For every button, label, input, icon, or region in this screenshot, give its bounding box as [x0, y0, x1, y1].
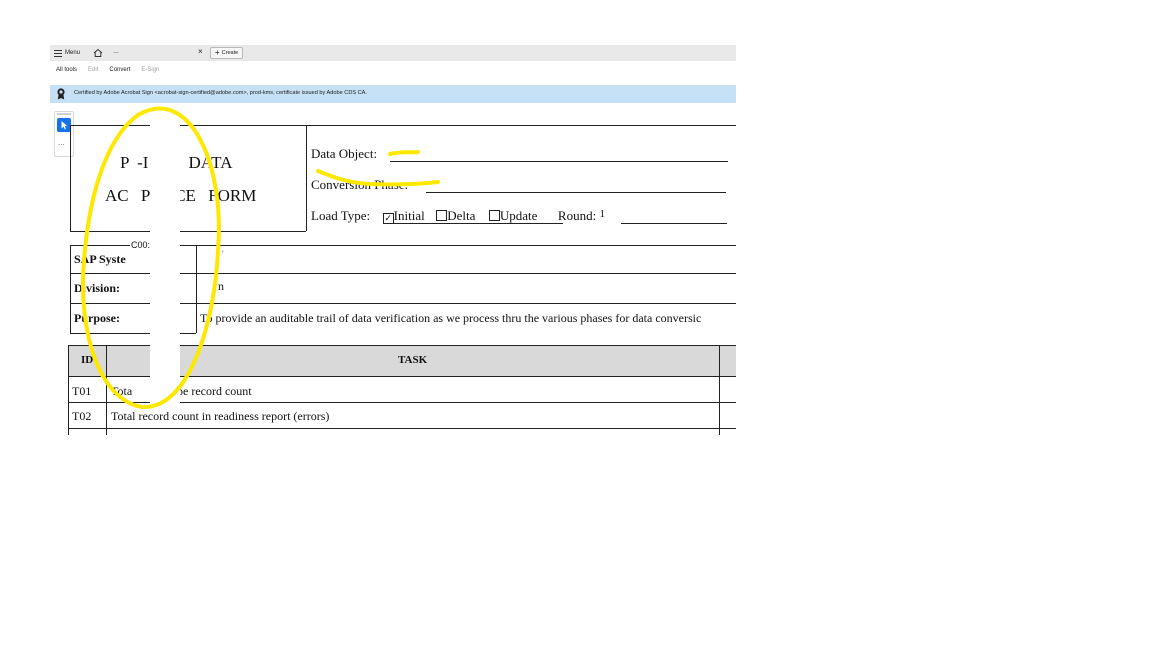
edit-tab[interactable]: Edit	[88, 67, 98, 79]
home-icon[interactable]	[92, 47, 104, 59]
update-checkbox[interactable]	[488, 210, 500, 221]
title-fragment-underline	[146, 231, 164, 232]
header-top-border	[70, 125, 736, 126]
row-t02-id: T02	[72, 409, 92, 423]
info-divider	[196, 245, 197, 333]
info-row2-border	[70, 303, 736, 304]
document-page: P -I AD DATA AC P NCE FORM Dat Data Obje…	[50, 105, 736, 435]
hamburger-icon	[54, 49, 62, 57]
client-fragment: Cli	[151, 252, 167, 266]
task-top-border	[68, 345, 736, 346]
task-id-divider	[106, 345, 107, 435]
row-t01-task-part1: Tota	[111, 384, 133, 398]
load-type-label: Load Type:	[311, 208, 371, 223]
header-left-border	[70, 125, 71, 231]
update-option-label: Update	[499, 208, 538, 223]
load-type-row: Load Type: ✓ Initial Delta Update Round: …	[311, 208, 605, 224]
col-task-header: TASK	[398, 354, 428, 366]
row-t01-id: T01	[72, 384, 92, 398]
form-title-line1: P -I AD DATA	[120, 153, 233, 172]
data-object-label: Data Object:	[311, 146, 378, 161]
create-button[interactable]: + Create	[210, 47, 244, 59]
initial-option-label: Initial	[393, 208, 425, 223]
form-title-line2: AC P NCE FORM	[105, 186, 257, 205]
division-label: Division:	[74, 281, 121, 295]
task-left-border	[68, 345, 69, 435]
info-top-border	[70, 245, 736, 246]
esign-tab[interactable]: E-Sign	[141, 67, 159, 79]
title-fragment: Dat	[164, 220, 180, 231]
sap-system-value: '	[222, 249, 224, 259]
col-id-header: ID	[81, 354, 94, 366]
delta-option-label: Delta	[447, 208, 476, 223]
tab-bar: Menu ... × + Create	[50, 45, 736, 61]
task-right-divider	[719, 345, 720, 435]
round-underline	[621, 223, 727, 224]
round-label: Round:	[557, 208, 597, 223]
header-divider	[306, 125, 307, 231]
create-label: Create	[221, 50, 239, 56]
data-object-underline	[390, 161, 728, 162]
division-value: n	[218, 279, 224, 293]
load-type-underline	[387, 223, 563, 224]
info-row1-border	[70, 273, 736, 274]
all-tools-tab[interactable]: All tools	[56, 67, 77, 79]
code-fragment: C00:	[130, 240, 152, 250]
title-fragment-underline-2	[182, 231, 306, 232]
task-row2-bottom	[68, 428, 736, 429]
plus-icon: +	[215, 48, 220, 57]
delta-checkbox[interactable]	[436, 210, 448, 221]
row-t01-task-part2: ope record count	[171, 384, 252, 398]
convert-tab[interactable]: Convert	[109, 67, 130, 79]
task-header-bottom	[68, 376, 736, 377]
task-row1-bottom	[68, 402, 736, 403]
info-bottom-border	[70, 333, 196, 334]
purpose-text: To provide an auditable trail of data ve…	[200, 311, 702, 325]
close-tab-icon[interactable]: ×	[198, 47, 203, 56]
conversion-phase-label: Conversion Phase:	[311, 177, 409, 192]
row-t02-task: Total record count in readiness report (…	[111, 409, 330, 423]
acrobat-viewer-window: Menu ... × + Create All tools Edit Conve…	[50, 45, 736, 435]
certificate-ribbon-icon	[57, 88, 65, 100]
conversion-phase-underline	[426, 192, 726, 193]
sap-system-label: SAP Syste	[74, 252, 126, 266]
round-value: 1	[599, 208, 605, 220]
info-left-border	[70, 245, 71, 333]
certificate-banner: Certified by Adobe Acrobat Sign <acrobat…	[50, 85, 736, 103]
menu-label: Menu	[65, 50, 81, 56]
document-tab-title[interactable]: ...	[113, 48, 119, 55]
purpose-label: Purpose:	[74, 311, 120, 325]
certificate-text: Certified by Adobe Acrobat Sign <acrobat…	[74, 90, 367, 96]
top-toolbar: All tools Edit Convert E-Sign	[50, 67, 159, 79]
menu-button[interactable]: Menu	[54, 47, 80, 59]
